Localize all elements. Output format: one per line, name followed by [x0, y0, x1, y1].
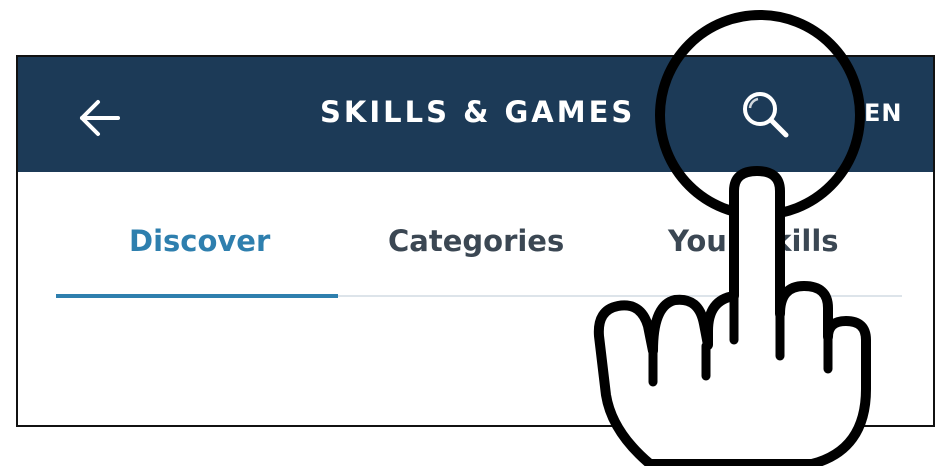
page-title: SKILLS & GAMES	[320, 95, 636, 129]
tab-bar: Discover Categories Your Skills	[56, 172, 902, 302]
tab-categories[interactable]: Categories	[388, 224, 564, 258]
active-tab-indicator	[56, 294, 338, 298]
app-bar: SKILLS & GAMES EN	[18, 57, 933, 172]
tab-your-skills[interactable]: Your Skills	[668, 224, 839, 258]
app-screen: SKILLS & GAMES EN Discover Categories Yo…	[16, 55, 935, 427]
tab-discover[interactable]: Discover	[129, 224, 270, 258]
language-label[interactable]: EN	[864, 99, 902, 127]
arrow-left-icon	[80, 100, 120, 136]
back-button[interactable]	[70, 88, 130, 148]
search-icon	[743, 92, 789, 138]
search-button[interactable]	[734, 84, 796, 146]
